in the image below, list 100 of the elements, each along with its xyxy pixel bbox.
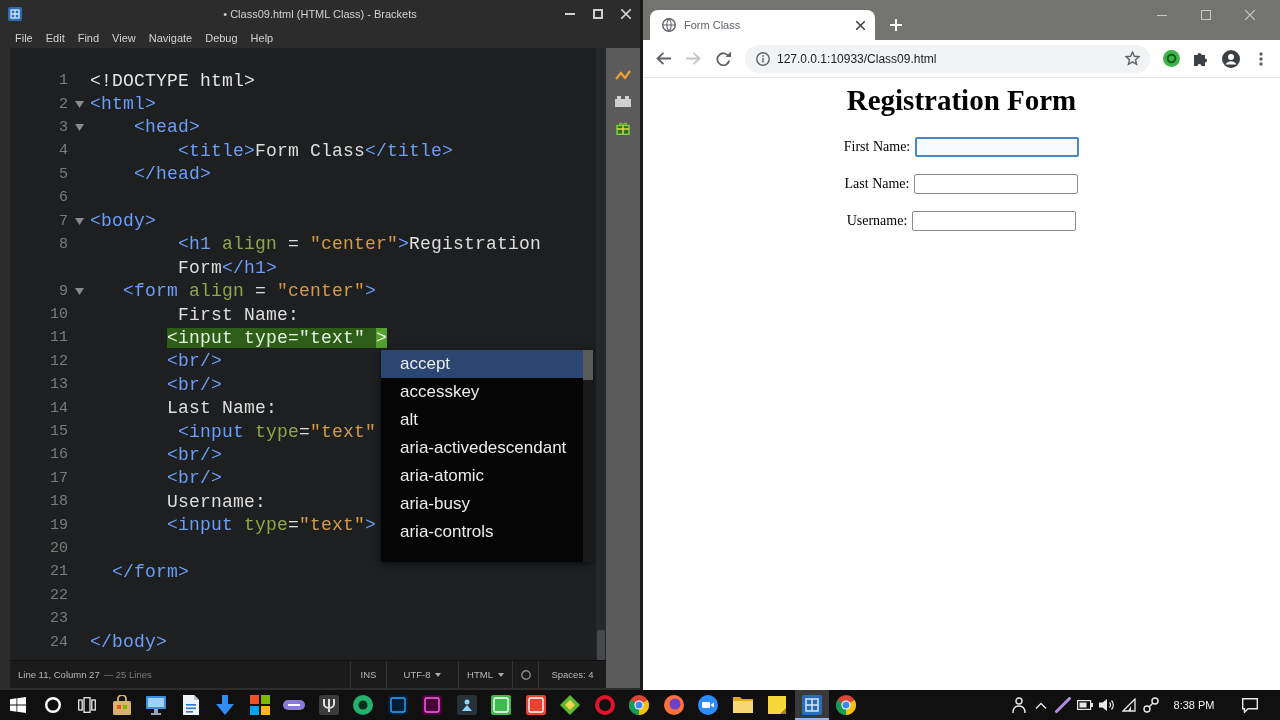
app-tile-icon — [387, 695, 408, 715]
pen-icon[interactable] — [1055, 697, 1071, 713]
task-view-icon[interactable] — [78, 697, 97, 713]
maximize-icon[interactable] — [593, 9, 603, 19]
page-heading: Registration Form — [846, 84, 1077, 117]
browser-icon — [836, 695, 857, 715]
line-number: 13 — [50, 376, 68, 394]
line-count: — 25 Lines — [103, 669, 152, 680]
menu-item[interactable]: File — [15, 32, 33, 44]
zigzag-icon[interactable] — [615, 70, 631, 81]
autocomplete-item[interactable]: aria-busy — [381, 490, 583, 518]
line-number: 6 — [59, 189, 68, 207]
fold-arrow-icon[interactable] — [74, 287, 84, 295]
ring-icon — [594, 695, 615, 715]
autocomplete-item[interactable]: aria-atomic — [381, 462, 583, 490]
code-line: <h1 align = "center">Registration — [178, 234, 542, 255]
circle-badge-icon[interactable] — [1162, 50, 1180, 67]
menu-icon[interactable] — [1259, 51, 1263, 66]
code-line: Last Name: — [167, 398, 278, 419]
autocomplete-item[interactable]: aria-controls — [381, 518, 583, 546]
code-line: <title>Form Class</title> — [178, 140, 454, 161]
code-line: <input type="text" > — [167, 328, 388, 348]
app-tile-icon — [422, 695, 443, 715]
browser-tab[interactable]: Form Class — [650, 10, 875, 40]
notification-icon[interactable] — [1242, 697, 1258, 713]
encoding-dropdown[interactable]: UTF-8 — [386, 661, 458, 688]
code-line: <input type="text" — [178, 421, 377, 442]
close-icon[interactable] — [856, 20, 865, 30]
star-icon[interactable] — [1125, 51, 1140, 66]
text-field[interactable] — [915, 137, 1080, 157]
line-number: 21 — [50, 563, 68, 581]
fold-arrow-icon[interactable] — [74, 217, 84, 225]
caret-up-icon[interactable] — [1035, 701, 1047, 709]
address-bar[interactable]: 127.0.0.1:10933/Class09.html — [745, 44, 1150, 73]
app-tile-icon — [525, 695, 546, 715]
code-line: <form align = "center"> — [123, 281, 377, 302]
text-field[interactable] — [912, 211, 1077, 231]
pill-icon — [283, 700, 306, 710]
menu-item[interactable]: Edit — [45, 32, 65, 44]
menu-item[interactable]: Debug — [205, 32, 238, 44]
person-icon[interactable] — [1012, 697, 1026, 713]
volume-icon[interactable] — [1099, 698, 1115, 712]
camera-icon — [698, 695, 719, 715]
code-line: <!DOCTYPE html> — [90, 70, 256, 91]
browser-icon — [629, 695, 650, 715]
monitor-icon — [146, 695, 167, 715]
line-number: 10 — [50, 306, 68, 324]
menu-item[interactable]: View — [112, 32, 136, 44]
line-number: 2 — [59, 95, 68, 113]
gift-icon[interactable] — [616, 121, 630, 135]
field-label: First Name: — [843, 139, 911, 155]
line-number: 15 — [50, 423, 68, 441]
tiles-icon — [249, 695, 270, 715]
insert-mode-toggle[interactable]: INS — [350, 661, 386, 688]
link-icon[interactable] — [1143, 697, 1159, 713]
profile-icon[interactable] — [1222, 49, 1240, 68]
field-label: Username: — [846, 213, 908, 229]
scrollbar-thumb[interactable] — [583, 350, 593, 380]
line-number: 5 — [59, 165, 68, 183]
text-field[interactable] — [914, 174, 1079, 194]
autocomplete-item[interactable]: alt — [381, 406, 583, 434]
folder-icon — [732, 697, 753, 713]
diamond-icon — [560, 695, 581, 715]
caret-icon — [497, 672, 504, 677]
code-line: </head> — [134, 164, 212, 185]
reload-icon[interactable] — [715, 51, 731, 66]
globe-icon — [662, 18, 676, 32]
app-logo-icon — [8, 7, 22, 21]
windows-logo-icon[interactable] — [10, 697, 27, 713]
battery-icon[interactable] — [1077, 700, 1093, 710]
circle-icon[interactable] — [44, 697, 61, 713]
signal-icon[interactable] — [1122, 698, 1136, 712]
puzzle-icon[interactable] — [1193, 51, 1209, 66]
bag-icon — [111, 695, 132, 715]
brick-icon[interactable] — [615, 95, 631, 107]
clock[interactable]: 8:38 PM — [1166, 699, 1222, 711]
minimize-icon[interactable] — [1157, 14, 1167, 16]
ring-icon — [353, 695, 374, 715]
code-line: First Name: — [178, 304, 300, 325]
autocomplete-item[interactable]: aria-activedescendant — [381, 434, 583, 462]
autocomplete-item[interactable]: accept — [381, 350, 583, 378]
line-number: 20 — [50, 540, 68, 557]
trident-icon — [318, 695, 339, 715]
line-number: 3 — [59, 118, 68, 136]
code-line: <br/> — [167, 351, 223, 372]
lint-status-icon[interactable] — [520, 669, 531, 680]
language-dropdown[interactable]: HTML — [458, 661, 512, 688]
menu-item[interactable]: Help — [250, 32, 274, 44]
fold-arrow-icon[interactable] — [74, 123, 84, 131]
line-number: 23 — [50, 610, 68, 628]
new-tab-icon[interactable] — [890, 19, 902, 31]
scrollbar-thumb[interactable] — [597, 630, 605, 660]
autocomplete-item[interactable]: accesskey — [381, 378, 583, 406]
line-number: 24 — [50, 633, 68, 651]
line-number: 18 — [50, 493, 68, 511]
taskbar-button[interactable] — [794, 690, 829, 720]
menu-item[interactable]: Find — [77, 32, 100, 44]
menu-item[interactable]: Navigate — [148, 32, 193, 44]
fold-arrow-icon[interactable] — [74, 100, 84, 108]
back-arrow-icon[interactable] — [655, 52, 671, 65]
